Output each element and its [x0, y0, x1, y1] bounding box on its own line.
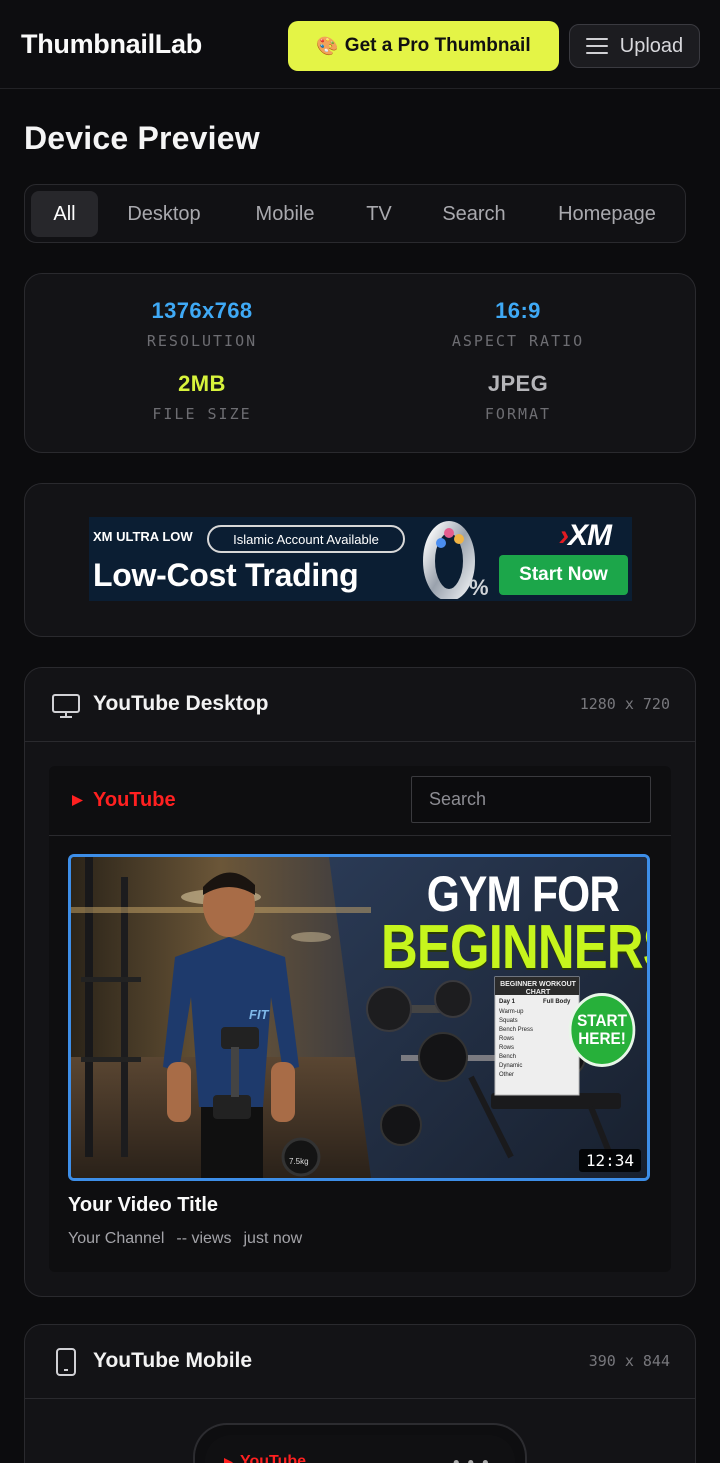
workout-chart-row: Warm-up: [499, 1009, 524, 1015]
stat-format: JPEG FORMAT: [368, 371, 668, 423]
resolution-value: 1376x768: [151, 298, 253, 323]
menu-icon: [585, 38, 608, 54]
youtube-logo-text: YouTube: [93, 789, 176, 811]
palette-icon: 🎨: [316, 35, 339, 56]
ad-start-now-button[interactable]: Start Now: [499, 555, 628, 595]
upload-button[interactable]: Upload: [569, 24, 700, 68]
dumbbell-weight-label: 7.5kg: [289, 1157, 309, 1166]
status-dots-icon: ● ● ●: [452, 1455, 491, 1463]
section-dimensions: 390 x 844: [588, 1352, 670, 1370]
thumbnail-headline-line2: BEGINNERS: [381, 913, 650, 982]
format-label: FORMAT: [484, 405, 552, 423]
aspect-ratio-label: ASPECT RATIO: [451, 332, 585, 350]
section-dimensions: 1280 x 720: [579, 695, 670, 713]
workout-chart-row: Rows: [499, 1036, 515, 1042]
section-header: YouTube Mobile 390 x 844: [25, 1325, 695, 1399]
youtube-desktop-frame: YouTube Search GYM FOR BEGINNERS BEGINNE…: [49, 766, 671, 1272]
phone-frame: YouTube ● ● ●: [193, 1423, 527, 1463]
start-here-badge: START HERE!: [568, 993, 636, 1067]
section-title: YouTube Desktop: [93, 692, 269, 715]
ad-small-text: XM ULTRA LOW: [93, 529, 193, 544]
tab-homepage[interactable]: Homepage: [545, 191, 669, 237]
shirt-logo: FIT: [249, 1007, 269, 1022]
workout-chart-row: Dynamic: [499, 1063, 523, 1069]
app-header: ThumbnailLab 🎨 Get a Pro Thumbnail Uploa…: [0, 0, 720, 89]
play-icon: [72, 795, 83, 806]
image-stats-card: 1376x768 RESOLUTION 16:9 ASPECT RATIO 2M…: [24, 273, 696, 453]
page-title: Device Preview: [24, 120, 260, 156]
upload-time: just now: [243, 1230, 303, 1247]
channel-name[interactable]: Your Channel: [68, 1230, 164, 1248]
svg-text:%: %: [469, 575, 489, 599]
ad-brand-logo: ›XM: [559, 519, 612, 552]
ad-banner[interactable]: XM ULTRA LOW Islamic Account Available L…: [89, 517, 632, 601]
workout-chart-row: Squats: [499, 1018, 518, 1024]
app-logo[interactable]: ThumbnailLab: [21, 29, 202, 60]
stat-aspect-ratio: 16:9 ASPECT RATIO: [368, 298, 668, 350]
mobile-youtube-logo[interactable]: YouTube: [223, 1453, 306, 1463]
tab-all[interactable]: All: [31, 191, 98, 237]
get-pro-thumbnail-button[interactable]: 🎨 Get a Pro Thumbnail: [288, 21, 559, 71]
workout-chart-row: Other: [499, 1072, 515, 1078]
tab-mobile[interactable]: Mobile: [238, 191, 332, 237]
resolution-label: RESOLUTION: [146, 332, 258, 350]
video-title[interactable]: Your Video Title: [68, 1194, 218, 1217]
workout-chart-row: Rows: [499, 1045, 515, 1051]
upload-label: Upload: [619, 34, 684, 57]
youtube-search-input[interactable]: Search: [411, 776, 651, 823]
view-count: -- views: [176, 1230, 232, 1247]
get-pro-thumbnail-label: Get a Pro Thumbnail: [344, 35, 531, 56]
youtube-mobile-preview: YouTube Mobile 390 x 844 YouTube ● ● ●: [24, 1324, 696, 1463]
aspect-ratio-value: 16:9: [495, 298, 541, 323]
ad-card: XM ULTRA LOW Islamic Account Available L…: [24, 483, 696, 637]
stat-resolution: 1376x768 RESOLUTION: [52, 298, 352, 350]
video-duration-badge: 12:34: [578, 1149, 641, 1172]
device-filter-tabs: All Desktop Mobile TV Search Homepage: [24, 184, 686, 243]
workout-chart-col1: Day 1: [499, 999, 516, 1005]
smartphone-icon: [56, 1348, 76, 1376]
video-meta: Your Channel -- views just now: [68, 1230, 302, 1248]
zero-percent-graphic: %: [423, 521, 489, 599]
play-icon: [224, 1457, 233, 1463]
format-value: JPEG: [487, 371, 549, 396]
monitor-icon: [52, 694, 80, 718]
youtube-desktop-preview: YouTube Desktop 1280 x 720 YouTube Searc…: [24, 667, 696, 1297]
workout-chart-col2: Full Body: [543, 999, 571, 1005]
youtube-logo[interactable]: YouTube: [71, 789, 176, 812]
workout-chart-row: Bench Press: [499, 1027, 534, 1033]
phone-screen: YouTube ● ● ●: [205, 1435, 515, 1463]
stat-file-size: 2MB FILE SIZE: [52, 371, 352, 423]
tab-desktop[interactable]: Desktop: [113, 191, 215, 237]
tab-search[interactable]: Search: [427, 191, 521, 237]
youtube-topbar: YouTube Search: [49, 766, 671, 836]
section-header: YouTube Desktop 1280 x 720: [25, 668, 695, 742]
file-size-value: 2MB: [178, 371, 226, 396]
ad-headline: Low-Cost Trading: [93, 557, 359, 593]
ad-pill: Islamic Account Available: [207, 525, 405, 553]
thumbnail-preview[interactable]: GYM FOR BEGINNERS BEGINNER WORKOUT CHART…: [68, 854, 650, 1181]
workout-chart-row: Bench: [499, 1054, 517, 1060]
section-title: YouTube Mobile: [93, 1349, 253, 1372]
file-size-label: FILE SIZE: [152, 405, 252, 423]
workout-chart-title: BEGINNER WORKOUT CHART: [500, 981, 576, 996]
tab-tv[interactable]: TV: [355, 191, 403, 237]
